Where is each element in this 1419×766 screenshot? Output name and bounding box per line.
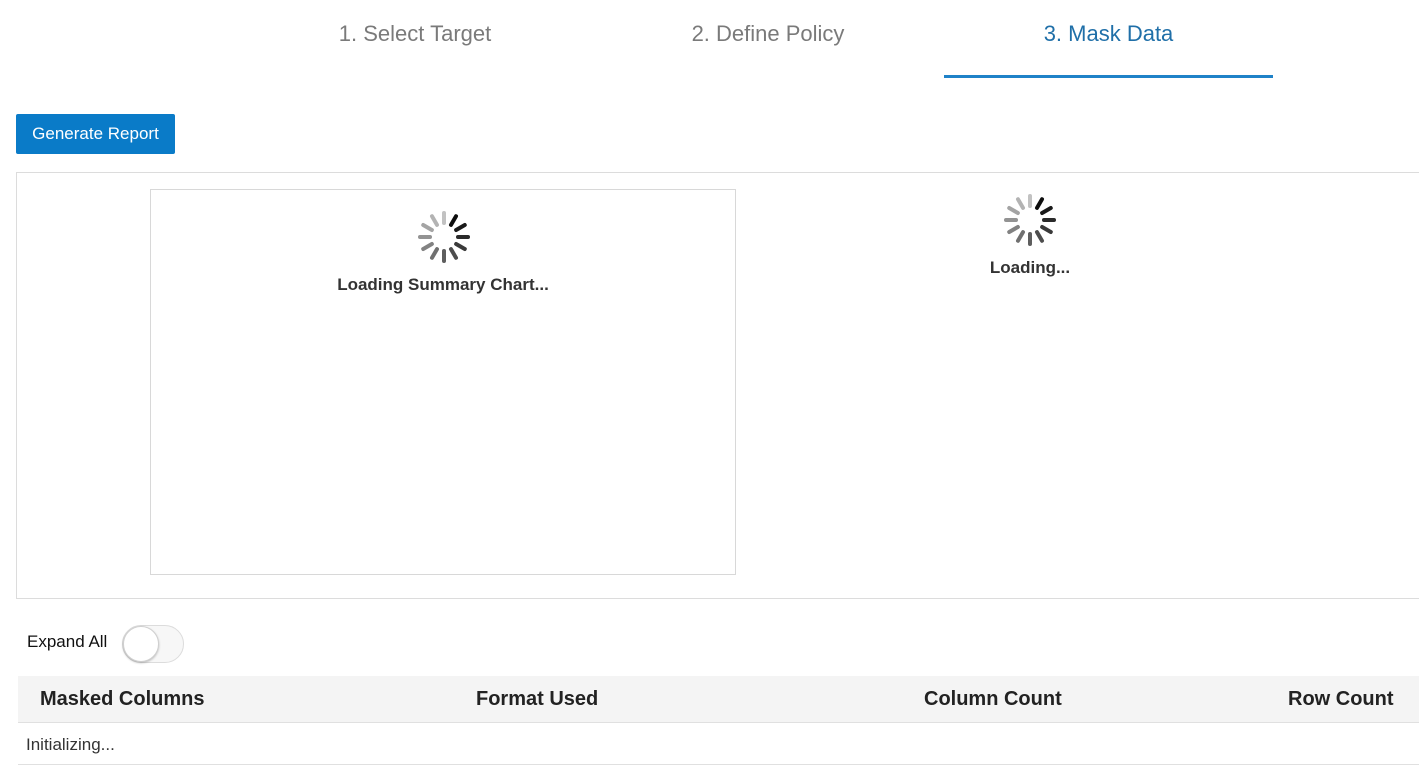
- spinner-stroke: [1007, 225, 1020, 234]
- step-select-target[interactable]: 1. Select Target: [250, 18, 580, 78]
- side-loading-text: Loading...: [989, 258, 1071, 277]
- toggle-knob: [123, 626, 159, 662]
- side-loading: Loading...: [957, 193, 1103, 283]
- spinner-stroke: [449, 214, 458, 227]
- column-header-format-used[interactable]: Format Used: [476, 676, 598, 722]
- summary-loading-text: Loading Summary Chart...: [337, 275, 549, 294]
- loading-spinner-icon: [417, 210, 471, 264]
- step-label: 2. Define Policy: [691, 21, 845, 46]
- spinner-stroke: [1016, 230, 1025, 243]
- column-header-column-count[interactable]: Column Count: [924, 676, 1062, 722]
- spinner-stroke: [449, 247, 458, 260]
- step-define-policy[interactable]: 2. Define Policy: [603, 18, 933, 78]
- step-label: 1. Select Target: [338, 21, 492, 46]
- column-header-row-count[interactable]: Row Count: [1288, 676, 1394, 722]
- spinner-stroke: [454, 223, 467, 232]
- table-status-text: Initializing...: [26, 735, 115, 754]
- spinner-stroke: [1040, 225, 1053, 234]
- spinner-stroke: [1035, 230, 1044, 243]
- summary-chart-box: Loading Summary Chart...: [150, 189, 736, 575]
- loading-spinner-icon: [1003, 193, 1057, 247]
- generate-report-button[interactable]: Generate Report: [16, 114, 175, 154]
- column-header-masked-columns[interactable]: Masked Columns: [40, 676, 204, 722]
- spinner-stroke: [430, 214, 439, 227]
- spinner-stroke: [1016, 197, 1025, 210]
- spinner-stroke: [421, 223, 434, 232]
- table-row: Initializing...: [18, 723, 1419, 765]
- step-label: 3. Mask Data: [1043, 21, 1174, 46]
- spinner-stroke: [1040, 206, 1053, 215]
- expand-all-toggle[interactable]: [122, 625, 184, 663]
- spinner-stroke: [1035, 197, 1044, 210]
- spinner-stroke: [430, 247, 439, 260]
- report-panel: Loading Summary Chart... Loading...: [16, 172, 1419, 599]
- spinner-stroke: [454, 242, 467, 251]
- expand-all-label: Expand All: [27, 632, 108, 651]
- spinner-stroke: [1007, 206, 1020, 215]
- wizard-steps: 1. Select Target 2. Define Policy 3. Mas…: [0, 0, 1419, 80]
- step-mask-data[interactable]: 3. Mask Data: [944, 18, 1273, 78]
- table-header: Masked Columns Format Used Column Count …: [18, 676, 1419, 723]
- spinner-stroke: [421, 242, 434, 251]
